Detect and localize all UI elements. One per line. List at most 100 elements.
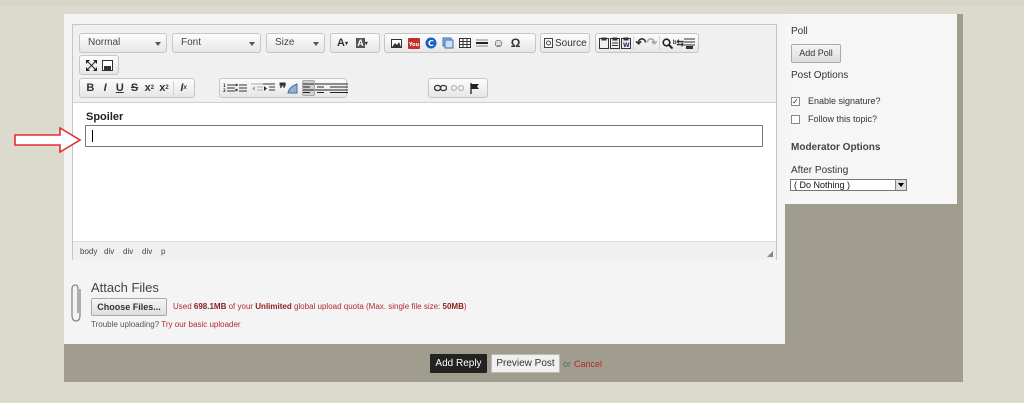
redo-icon[interactable]: ↷ (646, 35, 657, 51)
trouble-uploading-text: Trouble uploading? Try our basic uploade… (91, 320, 241, 329)
paste-word-icon[interactable]: W (620, 35, 631, 51)
align-center-icon[interactable] (314, 80, 326, 96)
undo-icon[interactable]: ↶ (636, 35, 647, 51)
choose-files-button[interactable]: Choose Files... (91, 298, 167, 316)
svg-text:You: You (408, 42, 420, 48)
source-group: Source (540, 33, 590, 53)
italic-button[interactable]: I (98, 80, 113, 96)
editor-content-area[interactable]: Spoiler (73, 103, 776, 241)
rich-text-editor: Normal Font Size A ▾ A ▾ You C ☺ Ω Sourc… (72, 24, 777, 260)
gallery-icon[interactable] (439, 35, 456, 51)
font-combo[interactable]: Font (172, 33, 261, 53)
underline-button[interactable]: U (112, 80, 127, 96)
table-icon[interactable] (456, 35, 473, 51)
follow-topic-label: Follow this topic? (808, 114, 878, 124)
outdent-icon[interactable] (251, 80, 263, 96)
chevron-down-icon (895, 180, 906, 190)
select-all-icon[interactable] (684, 35, 695, 51)
paperclip-icon (71, 284, 81, 322)
clipboard-group: W ↶ ↷ ᵇ⇆ (595, 33, 699, 53)
svg-text:W: W (623, 42, 630, 49)
size-combo-label: Size (275, 37, 295, 48)
blockquote-icon[interactable]: ❞ (279, 80, 287, 96)
max-file-size: 50MB (442, 302, 464, 311)
anchor-flag-icon[interactable] (466, 80, 483, 96)
resize-handle[interactable] (767, 251, 773, 257)
spoiler-content-box[interactable] (85, 125, 763, 147)
youtube-icon[interactable]: You (405, 35, 422, 51)
color-group: A ▾ A ▾ (330, 33, 380, 53)
find-icon[interactable] (662, 35, 673, 51)
replace-icon[interactable]: ᵇ⇆ (673, 35, 684, 51)
upload-quota-text: Used 698.1MB of your Unlimited global up… (173, 302, 467, 311)
after-posting-label: After Posting (791, 165, 849, 176)
poll-title: Poll (791, 26, 808, 37)
add-reply-button[interactable]: Add Reply (430, 354, 487, 373)
media-icon[interactable]: C (422, 35, 439, 51)
path-item[interactable]: body (80, 247, 97, 256)
size-combo[interactable]: Size (266, 33, 325, 53)
element-path-bar: body div div div p (73, 241, 776, 260)
unlink-icon[interactable] (449, 80, 466, 96)
source-button[interactable]: Source (544, 35, 587, 51)
path-item[interactable]: p (161, 247, 165, 256)
quota-used: 698.1MB (193, 302, 227, 311)
spoiler-title: Spoiler (86, 111, 124, 123)
path-item[interactable]: div (142, 247, 152, 256)
paste-text-icon[interactable] (609, 35, 621, 51)
or-text: or (563, 359, 572, 369)
attach-files-title: Attach Files (91, 280, 159, 295)
top-strip (0, 0, 1024, 6)
bold-button[interactable]: B (83, 80, 98, 96)
quota-limit: Unlimited (255, 302, 292, 311)
smiley-icon[interactable]: ☺ (490, 35, 507, 51)
source-icon (544, 38, 553, 48)
add-poll-button[interactable]: Add Poll (791, 44, 841, 63)
autosave-icon[interactable] (99, 57, 115, 73)
moderator-options-title: Moderator Options (791, 142, 881, 153)
cancel-link[interactable]: Cancel (574, 359, 602, 369)
image-icon[interactable] (388, 35, 405, 51)
path-item[interactable]: div (104, 247, 114, 256)
path-item[interactable]: div (123, 247, 133, 256)
text-caret (92, 130, 93, 142)
horizontal-rule-icon[interactable] (473, 35, 490, 51)
quota-suffix: global upload quota (Max. single file si… (291, 302, 443, 311)
enable-signature-checkbox[interactable]: ✓ (791, 97, 800, 106)
text-color-button[interactable]: A ▾ (334, 35, 351, 51)
align-left-icon[interactable] (301, 80, 315, 96)
after-posting-select[interactable]: ( Do Nothing ) (790, 179, 907, 191)
align-right-icon[interactable] (325, 80, 337, 96)
subscript-button[interactable]: x2 (142, 80, 157, 96)
background-color-button[interactable]: A ▾ (351, 35, 373, 51)
format-combo[interactable]: Normal (79, 33, 167, 53)
toolbar-separator (173, 81, 175, 95)
post-options-title: Post Options (791, 70, 849, 81)
indent-icon[interactable] (263, 80, 275, 96)
special-char-icon[interactable]: Ω (507, 35, 524, 51)
numbered-list-icon[interactable]: 12 (223, 80, 235, 96)
format-combo-label: Normal (88, 37, 121, 48)
basic-styles-group: B I U S x2 x2 Ix (79, 78, 195, 98)
font-combo-label: Font (181, 37, 202, 48)
spoiler-icon[interactable] (286, 80, 298, 96)
insert-group: You C ☺ Ω (384, 33, 536, 53)
basic-uploader-link[interactable]: Try our basic uploader (161, 320, 240, 329)
remove-format-icon[interactable]: Ix (176, 80, 191, 96)
maximize-icon[interactable] (83, 57, 99, 73)
red-arrow-icon (14, 127, 82, 153)
follow-topic-checkbox[interactable] (791, 115, 800, 124)
preview-post-button[interactable]: Preview Post (491, 354, 560, 373)
link-icon[interactable] (432, 80, 449, 96)
chevron-down-icon (155, 42, 161, 46)
justify-icon[interactable] (336, 80, 348, 96)
paste-icon[interactable] (599, 35, 610, 51)
view-group (79, 55, 119, 75)
bulleted-list-icon[interactable] (235, 80, 247, 96)
svg-text:C: C (428, 39, 434, 48)
paragraph-group: 12 ❞ (219, 78, 348, 98)
chevron-down-icon (313, 42, 319, 46)
superscript-button[interactable]: x2 (157, 80, 172, 96)
strike-button[interactable]: S (127, 80, 142, 96)
quota-prefix: Used (173, 302, 194, 311)
